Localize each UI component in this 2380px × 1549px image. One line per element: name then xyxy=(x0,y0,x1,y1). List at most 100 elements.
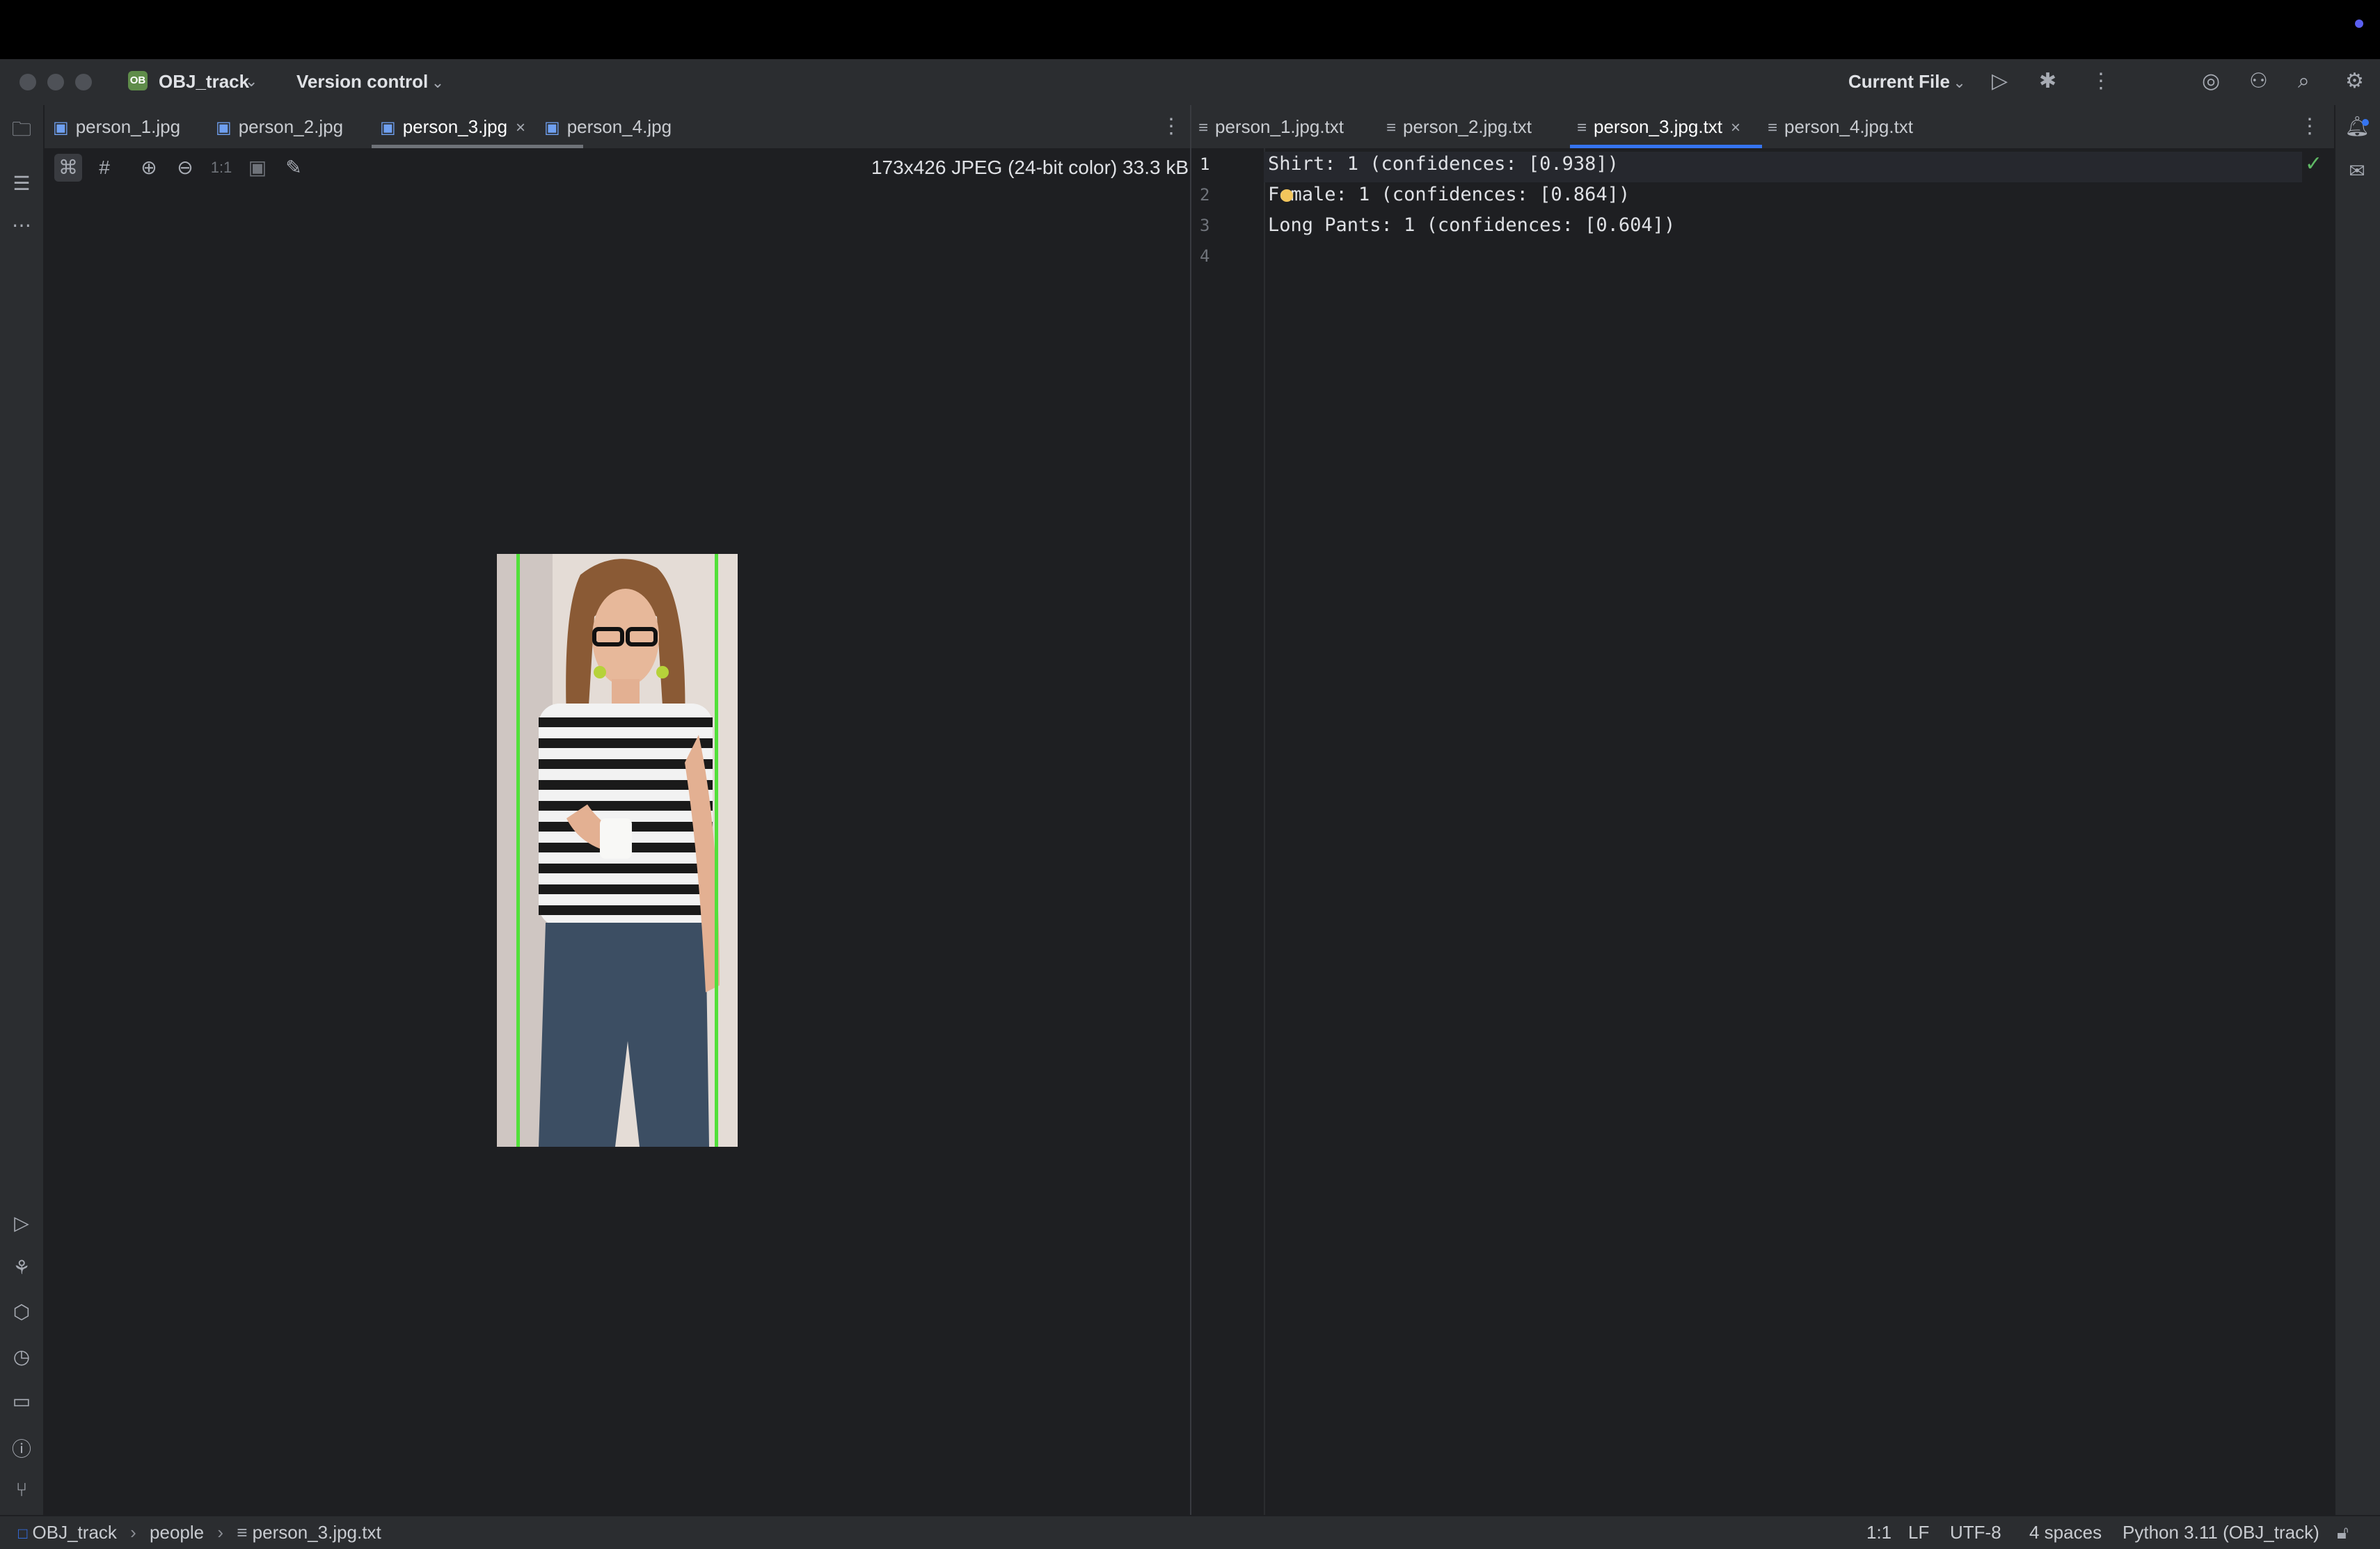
active-tab-underline xyxy=(1570,145,1762,148)
tab-person-4-jpg-txt[interactable]: ≡ person_4.jpg.txt xyxy=(1768,105,1913,148)
tab-label: person_3.jpg.txt xyxy=(1594,116,1723,137)
chevron-down-icon: ⌄ xyxy=(431,74,445,91)
chevron-down-icon: ⌄ xyxy=(245,72,258,90)
version-control-label: Version control xyxy=(296,71,429,92)
right-tool-window-strip: 🔔︎ ✉ xyxy=(2334,105,2380,1515)
tab-options-icon[interactable]: ⋮ xyxy=(2299,116,2320,137)
text-editor-pane xyxy=(1191,105,2334,1515)
text-tab-bar: ≡ person_1.jpg.txt ≡ person_2.jpg.txt ≡ per… xyxy=(1191,105,2334,150)
tab-person-2-jpg-txt[interactable]: ≡ person_2.jpg.txt xyxy=(1386,105,1532,148)
status-dot-icon xyxy=(2355,19,2363,28)
zoom-out-icon[interactable]: ⊖ xyxy=(171,154,199,182)
window-maximize-button[interactable] xyxy=(75,74,92,90)
code-line[interactable]: Long Pants: 1 (confidences: [0.604]) xyxy=(1268,214,1675,236)
intention-bulb-icon[interactable] xyxy=(1280,189,1293,202)
tab-person-1-jpg-txt[interactable]: ≡ person_1.jpg.txt xyxy=(1198,105,1344,148)
image-file-icon: ▣ xyxy=(380,118,396,137)
code-line[interactable]: Shirt: 1 (confidences: [0.938]) xyxy=(1268,153,1619,175)
file-encoding[interactable]: UTF-8 xyxy=(1950,1522,2001,1543)
os-menu-bar xyxy=(0,0,2380,59)
breadcrumb-project[interactable]: OBJ_track xyxy=(33,1522,117,1543)
breadcrumb: □ OBJ_track › people › ≡ person_3.jpg.tx… xyxy=(18,1522,381,1543)
notifications-bell-icon[interactable]: 🔔︎ xyxy=(2335,115,2379,138)
read-only-lock-icon[interactable]: 🔓︎ xyxy=(2337,1522,2349,1544)
python-interpreter[interactable]: Python 3.11 (OBJ_track) xyxy=(2123,1522,2319,1543)
caret-position[interactable]: 1:1 xyxy=(1866,1522,1891,1543)
tab-person-3-jpg[interactable]: ▣ person_3.jpg × xyxy=(380,105,525,148)
search-icon[interactable]: ⌕ xyxy=(2298,71,2310,92)
chevron-right-icon: › xyxy=(217,1522,224,1543)
tab-person-2-jpg[interactable]: ▣ person_2.jpg xyxy=(216,105,343,148)
ai-chat-icon[interactable]: ✉ xyxy=(2335,159,2379,182)
line-number: 1 xyxy=(1200,154,1210,174)
tab-label: person_4.jpg xyxy=(566,116,672,137)
notification-dot-icon xyxy=(2362,119,2369,126)
bounding-box-overlay xyxy=(516,554,718,1147)
text-file-icon: ≡ xyxy=(237,1522,248,1543)
breadcrumb-folder[interactable]: people xyxy=(150,1522,204,1543)
project-folder-icon[interactable]: 🗀 xyxy=(0,115,43,148)
run-tool-icon[interactable]: ▷ xyxy=(0,1212,43,1234)
image-tab-bar: ▣ person_1.jpg ▣ person_2.jpg ▣ person_3.jp… xyxy=(45,105,1190,150)
fit-to-window-icon[interactable]: ▣ xyxy=(244,154,271,182)
tab-label: person_4.jpg.txt xyxy=(1784,116,1914,137)
line-number-gutter xyxy=(1191,148,1265,1515)
image-file-icon: ▣ xyxy=(53,118,69,137)
inspection-ok-checkmark-icon[interactable]: ✓ xyxy=(2305,152,2322,176)
problems-icon[interactable]: ⓘ xyxy=(0,1434,43,1462)
run-icon[interactable]: ▷ xyxy=(1992,71,2008,92)
breadcrumb-file[interactable]: person_3.jpg.txt xyxy=(253,1522,381,1543)
image-info: 173x426 JPEG (24-bit color) 33.3 kB xyxy=(871,157,1189,178)
python-packages-icon[interactable]: ⚘ xyxy=(0,1256,43,1279)
image-file-icon: ▣ xyxy=(216,118,232,137)
project-square-icon: □ xyxy=(18,1525,28,1542)
close-icon[interactable]: × xyxy=(1731,118,1740,137)
more-actions-icon[interactable]: ⋮ xyxy=(2091,71,2111,92)
line-number: 4 xyxy=(1200,246,1210,266)
actual-size-button[interactable]: 1:1 xyxy=(207,154,235,182)
image-toolbar: ⌘ # ⊕ ⊖ 1:1 ▣ ✎ 173x426 JPEG (24-bit col… xyxy=(45,148,1190,189)
tab-label: person_1.jpg xyxy=(75,116,181,137)
window-minimize-button[interactable] xyxy=(47,74,64,90)
tab-label: person_1.jpg.txt xyxy=(1215,116,1344,137)
zoom-in-icon[interactable]: ⊕ xyxy=(135,154,163,182)
tab-person-3-jpg-txt[interactable]: ≡ person_3.jpg.txt × xyxy=(1577,105,1740,148)
terminal-icon[interactable]: ▭ xyxy=(0,1390,43,1413)
tab-label: person_2.jpg xyxy=(238,116,344,137)
displayed-image xyxy=(497,554,738,1147)
line-separator[interactable]: LF xyxy=(1908,1522,1929,1543)
more-tools-icon[interactable]: ⋯ xyxy=(0,214,43,237)
window-close-button[interactable] xyxy=(19,74,36,90)
text-file-icon: ≡ xyxy=(1386,118,1397,137)
tab-label: person_2.jpg.txt xyxy=(1403,116,1532,137)
tab-options-icon[interactable]: ⋮ xyxy=(1161,116,1182,137)
text-file-icon: ≡ xyxy=(1577,118,1587,137)
ai-assistant-icon[interactable]: ◎ xyxy=(2202,71,2220,92)
git-icon[interactable]: ⑂ xyxy=(0,1479,43,1501)
debug-icon[interactable]: ✱ xyxy=(2039,71,2056,92)
color-picker-icon[interactable]: ✎ xyxy=(280,154,308,182)
add-user-icon[interactable]: ⚇ xyxy=(2249,71,2268,92)
chevron-right-icon: › xyxy=(130,1522,136,1543)
indent-setting[interactable]: 4 spaces xyxy=(2029,1522,2102,1543)
services-icon[interactable]: ◷ xyxy=(0,1345,43,1368)
project-name: OBJ_track xyxy=(159,71,250,92)
chessboard-icon[interactable]: # xyxy=(90,154,118,182)
status-bar: □ OBJ_track › people › ≡ person_3.jpg.tx… xyxy=(0,1515,2380,1549)
code-line[interactable]: Female: 1 (confidences: [0.864]) xyxy=(1268,184,1630,205)
chevron-down-icon: ⌄ xyxy=(1953,74,1966,91)
grid-toggle-icon[interactable]: ⌘ xyxy=(54,154,82,182)
line-number: 2 xyxy=(1200,185,1210,205)
tab-label: person_3.jpg xyxy=(402,116,508,137)
python-console-icon[interactable]: ⬡ xyxy=(0,1301,43,1324)
version-control-menu[interactable]: Version control ⌄ xyxy=(296,71,444,93)
settings-gear-icon[interactable]: ⚙ xyxy=(2345,71,2364,92)
run-configuration-selector[interactable]: Current File ⌄ xyxy=(1848,71,1966,93)
tab-person-1-jpg[interactable]: ▣ person_1.jpg xyxy=(53,105,180,148)
project-badge: OB xyxy=(128,71,148,90)
text-file-icon: ≡ xyxy=(1198,118,1209,137)
run-config-label: Current File xyxy=(1848,71,1950,92)
close-icon[interactable]: × xyxy=(516,118,525,137)
structure-icon[interactable]: ☰ xyxy=(0,172,43,195)
tab-person-4-jpg[interactable]: ▣ person_4.jpg xyxy=(544,105,672,148)
